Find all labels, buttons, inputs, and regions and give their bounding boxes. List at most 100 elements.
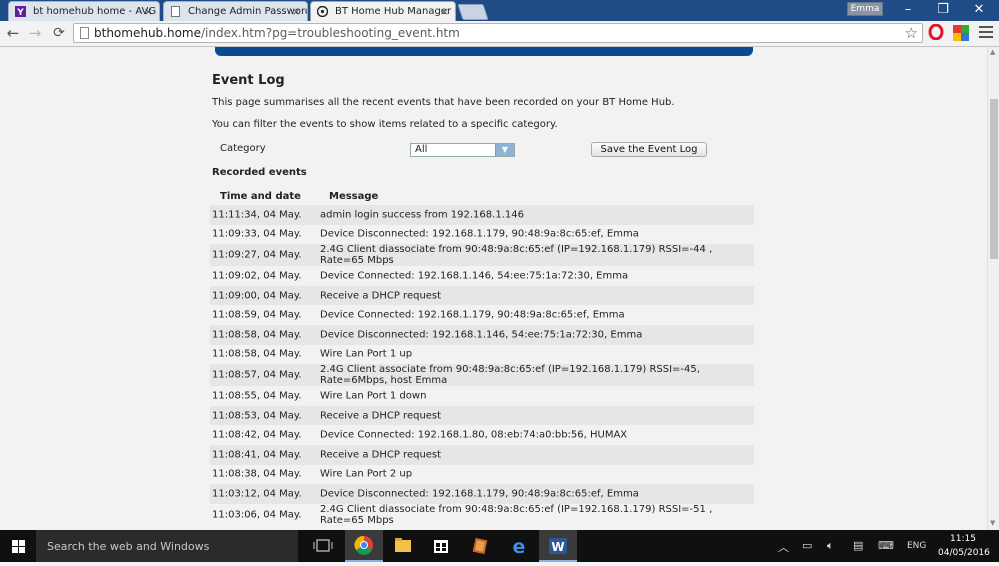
taskbar-file-explorer[interactable] — [384, 530, 422, 562]
url-path: /index.htm?pg=troubleshooting_event.htm — [201, 26, 460, 40]
event-table: 11:11:34, 04 May. admin login success fro… — [210, 205, 754, 526]
url-text[interactable]: bthomehub.home/index.htm?pg=troubleshoot… — [94, 24, 460, 42]
new-tab-button[interactable] — [457, 4, 489, 20]
column-header-time: Time and date — [220, 191, 301, 202]
scroll-down-icon[interactable]: ▼ — [990, 519, 995, 527]
event-message: Device Connected: 192.168.1.179, 90:48:9… — [320, 309, 625, 321]
tab-bt-home-hub-manager[interactable]: BT Home Hub Manager - × — [310, 1, 456, 21]
close-tab-icon[interactable]: × — [144, 2, 153, 21]
page-info-icon[interactable] — [80, 27, 89, 39]
page-viewport: Event Log This page summarises all the r… — [0, 47, 987, 530]
address-bar[interactable]: bthomehub.home/index.htm?pg=troubleshoot… — [73, 23, 923, 43]
event-time: 11:08:55, 04 May. — [212, 390, 302, 402]
scrollbar-thumb[interactable] — [990, 99, 998, 259]
event-time: 11:09:27, 04 May. — [212, 249, 302, 261]
event-time: 11:09:02, 04 May. — [212, 270, 302, 282]
minimize-button[interactable]: – — [890, 1, 926, 19]
page-description: This page summarises all the recent even… — [212, 97, 675, 108]
table-row: 11:09:27, 04 May. 2.4G Client diassociate… — [210, 244, 754, 267]
table-row: 11:08:42, 04 May. Device Connected: 192.1… — [210, 425, 754, 445]
clock-time[interactable]: 11:15 — [950, 534, 976, 544]
event-time: 11:08:57, 04 May. — [212, 369, 302, 381]
taskbar-chrome[interactable] — [345, 530, 383, 562]
windows-taskbar: Search the web and Windows e W ︿ ▭ 🔈︎ ▤ … — [0, 530, 999, 562]
event-message: 2.4G Client diassociate from 90:48:9a:8c… — [320, 244, 713, 267]
table-row: 11:08:58, 04 May. Device Disconnected: 19… — [210, 324, 754, 345]
yahoo-icon: Y — [15, 6, 26, 17]
table-row: 11:08:58, 04 May. Wire Lan Port 1 up — [210, 345, 754, 365]
event-time: 11:08:58, 04 May. — [212, 329, 302, 341]
keyboard-icon[interactable]: ⌨︎ — [878, 539, 894, 552]
start-button[interactable] — [0, 530, 36, 562]
tab-label: bt homehub home - AVG — [33, 6, 157, 17]
page-icon — [171, 6, 180, 17]
language-indicator[interactable]: ENG — [907, 541, 926, 551]
search-placeholder: Search the web and Windows — [47, 540, 210, 553]
opera-extension-icon[interactable] — [928, 24, 944, 40]
menu-icon[interactable] — [979, 26, 993, 39]
event-time: 11:09:00, 04 May. — [212, 290, 302, 302]
taskbar-search-box[interactable]: Search the web and Windows — [36, 530, 298, 562]
table-row: 11:09:00, 04 May. Receive a DHCP request — [210, 285, 754, 306]
task-view-button[interactable] — [304, 530, 342, 562]
table-row: 11:08:38, 04 May. Wire Lan Port 2 up — [210, 465, 754, 485]
table-row: 11:09:33, 04 May. Device Disconnected: 19… — [210, 225, 754, 245]
close-window-button[interactable]: ✕ — [961, 1, 997, 19]
table-row: 11:08:59, 04 May. Device Connected: 192.1… — [210, 305, 754, 325]
reload-button[interactable]: ⟳ — [50, 24, 68, 42]
volume-icon[interactable]: 🔈︎ — [827, 539, 834, 553]
show-hidden-icons-icon[interactable]: ︿ — [778, 539, 789, 555]
extension-icon[interactable] — [953, 25, 969, 41]
action-center-icon[interactable]: ▤ — [853, 539, 863, 552]
scroll-up-icon[interactable]: ▲ — [990, 48, 995, 56]
table-row: 11:08:53, 04 May. Receive a DHCP request — [210, 405, 754, 426]
event-message: Wire Lan Port 1 up — [320, 348, 413, 360]
back-button[interactable]: ← — [4, 24, 22, 42]
close-tab-icon[interactable]: × — [292, 2, 301, 21]
table-row: 11:08:55, 04 May. Wire Lan Port 1 down — [210, 386, 754, 406]
chevron-down-icon[interactable]: ▼ — [495, 144, 514, 156]
tab-avg-search[interactable]: Y bt homehub home - AVG × — [8, 1, 160, 21]
app-icon — [472, 537, 488, 555]
profile-badge[interactable]: Emma — [847, 2, 883, 16]
save-event-log-button[interactable]: Save the Event Log — [591, 142, 707, 157]
forward-button[interactable]: → — [26, 24, 44, 42]
event-message: Wire Lan Port 1 down — [320, 390, 427, 402]
url-host: bthomehub.home — [94, 26, 202, 40]
vertical-scrollbar[interactable]: ▲ ▼ — [987, 47, 999, 530]
table-row: 11:09:02, 04 May. Device Connected: 192.1… — [210, 266, 754, 286]
header-bar — [215, 47, 753, 56]
taskbar-word[interactable]: W — [539, 530, 577, 562]
event-time: 11:08:38, 04 May. — [212, 468, 302, 480]
event-message: Receive a DHCP request — [320, 410, 442, 422]
restore-button[interactable]: ❐ — [925, 1, 961, 19]
event-message: Device Disconnected: 192.168.1.179, 90:4… — [320, 488, 639, 500]
event-time: 11:08:59, 04 May. — [212, 309, 302, 321]
event-time: 11:08:41, 04 May. — [212, 449, 302, 461]
tab-change-admin-password[interactable]: Change Admin Password × — [163, 1, 308, 21]
svg-text:Y: Y — [16, 8, 24, 17]
network-icon[interactable]: ▭ — [802, 539, 812, 552]
taskbar-edge[interactable]: e — [500, 530, 538, 562]
bookmark-star-icon[interactable]: ☆ — [905, 24, 918, 42]
category-select[interactable]: All ▼ — [410, 143, 515, 157]
clock-date[interactable]: 04/05/2016 — [938, 548, 990, 558]
event-message: Device Disconnected: 192.168.1.146, 54:e… — [320, 329, 643, 341]
taskbar-app[interactable] — [461, 530, 499, 562]
event-time: 11:08:58, 04 May. — [212, 348, 302, 360]
taskbar-store[interactable] — [422, 530, 460, 562]
tab-label: BT Home Hub Manager - — [335, 6, 456, 17]
browser-toolbar: ← → ⟳ bthomehub.home/index.htm?pg=troubl… — [0, 21, 999, 47]
event-message: Device Connected: 192.168.1.80, 08:eb:74… — [320, 429, 628, 441]
close-tab-icon[interactable]: × — [440, 2, 449, 21]
event-message: 2.4G Client diassociate from 90:48:9a:8c… — [320, 503, 713, 526]
svg-text:W: W — [551, 540, 564, 554]
store-icon — [434, 540, 448, 553]
page-title: Event Log — [212, 73, 285, 88]
event-time: 11:03:06, 04 May. — [212, 509, 302, 521]
table-row: 11:08:41, 04 May. Receive a DHCP request — [210, 444, 754, 465]
event-time: 11:08:53, 04 May. — [212, 410, 302, 422]
event-message: Receive a DHCP request — [320, 449, 442, 461]
event-time: 11:08:42, 04 May. — [212, 429, 302, 441]
folder-icon — [395, 538, 411, 552]
